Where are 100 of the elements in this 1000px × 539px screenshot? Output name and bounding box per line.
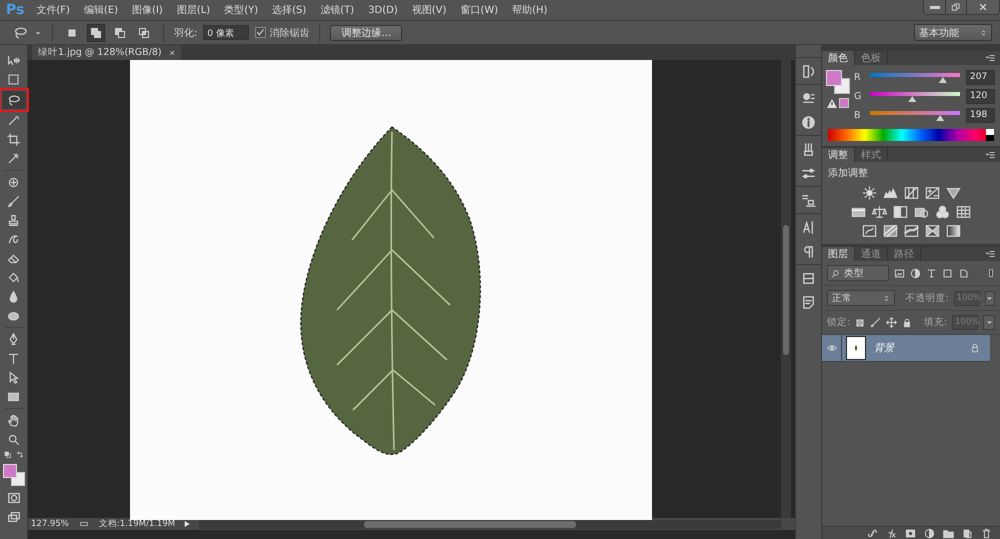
lasso-icon[interactable] bbox=[12, 26, 28, 40]
lock-all-icon[interactable] bbox=[902, 318, 912, 328]
menu-item[interactable]: 3D(D) bbox=[368, 4, 398, 16]
eye-icon bbox=[826, 343, 838, 353]
adjustment-button[interactable] bbox=[904, 224, 918, 238]
restore-button[interactable] bbox=[945, 0, 966, 14]
blend-mode-dropdown[interactable]: 正常 bbox=[827, 290, 896, 306]
selection-mode-button[interactable] bbox=[87, 24, 105, 42]
panel-menu-icon[interactable] bbox=[984, 150, 996, 160]
horizontal-scrollbar[interactable] bbox=[199, 520, 781, 528]
link-button[interactable] bbox=[867, 528, 878, 538]
color-spectrum-bar[interactable] bbox=[828, 129, 994, 141]
lock-position-icon[interactable] bbox=[886, 317, 898, 328]
slider-thumb[interactable] bbox=[938, 77, 947, 83]
menu-item[interactable]: 类型(Y) bbox=[224, 3, 258, 17]
tab-close-button[interactable]: × bbox=[170, 48, 175, 58]
layer-row[interactable]: 背景 bbox=[822, 335, 990, 362]
shape-filter-icon[interactable] bbox=[942, 268, 953, 278]
channel-value-field[interactable]: 120 bbox=[966, 89, 995, 104]
layer-name[interactable]: 背景 bbox=[874, 341, 970, 355]
adjustment-button[interactable] bbox=[956, 205, 971, 219]
adjustment-button[interactable] bbox=[946, 224, 960, 238]
feather-field[interactable]: 0 像素 bbox=[203, 25, 250, 40]
mask-icon bbox=[6, 490, 20, 504]
adjustment-button[interactable] bbox=[924, 186, 940, 200]
menu-item[interactable]: 图层(L) bbox=[176, 3, 210, 17]
adjustment-filter-icon[interactable] bbox=[910, 268, 921, 278]
adjustment-button[interactable] bbox=[935, 205, 950, 219]
menu-item[interactable]: 帮助(H) bbox=[512, 3, 548, 17]
default-colors-icon[interactable] bbox=[4, 451, 12, 459]
menu-item[interactable]: 编辑(E) bbox=[84, 3, 118, 17]
lock-paint-icon[interactable] bbox=[870, 317, 882, 328]
mask-button[interactable] bbox=[905, 528, 916, 538]
slider-thumb[interactable] bbox=[936, 115, 944, 121]
new-layer-button[interactable] bbox=[962, 528, 973, 538]
adjustment-button[interactable] bbox=[924, 224, 940, 238]
swap-colors-icon[interactable] bbox=[16, 451, 24, 459]
document-tab[interactable]: 绿叶1.jpg @ 128%(RGB/8) × bbox=[32, 45, 181, 60]
menu-item[interactable]: 滤镜(T) bbox=[320, 3, 354, 17]
fx-button[interactable] bbox=[886, 528, 897, 538]
minimize-button[interactable] bbox=[924, 0, 945, 14]
adjustment-button[interactable] bbox=[893, 205, 908, 219]
refine-edge-button[interactable]: 调整边缘... bbox=[330, 24, 402, 40]
channel-slider[interactable] bbox=[870, 90, 960, 103]
panel-tab[interactable]: 图层 bbox=[822, 247, 855, 261]
channel-value-field[interactable]: 207 bbox=[966, 70, 995, 85]
menu-item[interactable]: 窗口(W) bbox=[460, 3, 498, 17]
color-swatches[interactable] bbox=[826, 70, 850, 94]
lock-pixels-icon[interactable] bbox=[855, 318, 866, 328]
channel-slider[interactable] bbox=[870, 109, 960, 122]
filter-toggle-icon[interactable] bbox=[987, 266, 995, 280]
menu-item[interactable]: 文件(F) bbox=[36, 3, 70, 17]
adjustment-button[interactable] bbox=[914, 205, 929, 219]
slider-thumb[interactable] bbox=[908, 96, 916, 102]
adjustment-layer-button[interactable] bbox=[924, 528, 935, 538]
lasso-icon bbox=[7, 94, 20, 106]
workspace-dropdown[interactable]: 基本功能 bbox=[914, 24, 992, 41]
image-filter-icon[interactable] bbox=[894, 268, 905, 278]
tool-button[interactable] bbox=[2, 91, 26, 109]
channel-value-field[interactable]: 198 bbox=[966, 108, 995, 123]
type-filter-icon[interactable] bbox=[926, 268, 937, 278]
opacity-dropdown-button[interactable] bbox=[984, 290, 995, 306]
adjustment-button[interactable] bbox=[862, 186, 876, 200]
menu-item[interactable]: 选择(S) bbox=[272, 3, 306, 17]
filter-dropdown[interactable]: 类型 bbox=[827, 265, 889, 281]
adjustment-button[interactable] bbox=[946, 186, 960, 200]
close-button[interactable] bbox=[966, 0, 999, 14]
visibility-toggle[interactable] bbox=[826, 343, 838, 353]
adjustment-button[interactable] bbox=[882, 186, 898, 200]
folder-button[interactable] bbox=[943, 528, 954, 538]
adjustment-button[interactable] bbox=[862, 224, 876, 238]
gamut-color-swatch[interactable] bbox=[839, 98, 849, 108]
rectangle-select-icon bbox=[7, 73, 20, 86]
color-swatches[interactable] bbox=[2, 464, 24, 486]
menu-item[interactable]: 图像(I) bbox=[132, 3, 163, 17]
panel-menu-icon[interactable] bbox=[984, 249, 996, 259]
adjustment-button[interactable] bbox=[882, 224, 898, 238]
adjustment-button[interactable] bbox=[872, 205, 887, 219]
link-icon bbox=[867, 528, 878, 538]
panel-tab[interactable]: 颜色 bbox=[822, 51, 855, 65]
channel-slider[interactable] bbox=[870, 71, 960, 84]
curves-icon bbox=[904, 186, 918, 200]
antialias-checkbox[interactable] bbox=[255, 27, 266, 38]
levels-icon bbox=[882, 186, 898, 200]
panel-menu-icon[interactable] bbox=[984, 53, 996, 63]
adjustment-button[interactable] bbox=[904, 186, 918, 200]
menu-item[interactable]: 视图(V) bbox=[412, 3, 446, 17]
brightness-icon bbox=[862, 186, 876, 200]
sliders-icon bbox=[801, 166, 816, 180]
exposure-icon bbox=[924, 186, 940, 200]
trash-button[interactable] bbox=[981, 528, 992, 538]
gradient-map-icon bbox=[946, 224, 960, 238]
adjustment-button[interactable] bbox=[851, 205, 866, 219]
selection-mode-icon bbox=[66, 26, 78, 38]
fill-dropdown-button[interactable] bbox=[983, 315, 995, 330]
vertical-scrollbar[interactable] bbox=[781, 60, 791, 518]
clone-source-icon bbox=[801, 192, 816, 208]
hue-icon bbox=[851, 205, 866, 219]
panel-tab[interactable]: 调整 bbox=[822, 148, 855, 162]
smart-object-filter-icon[interactable] bbox=[958, 268, 969, 278]
